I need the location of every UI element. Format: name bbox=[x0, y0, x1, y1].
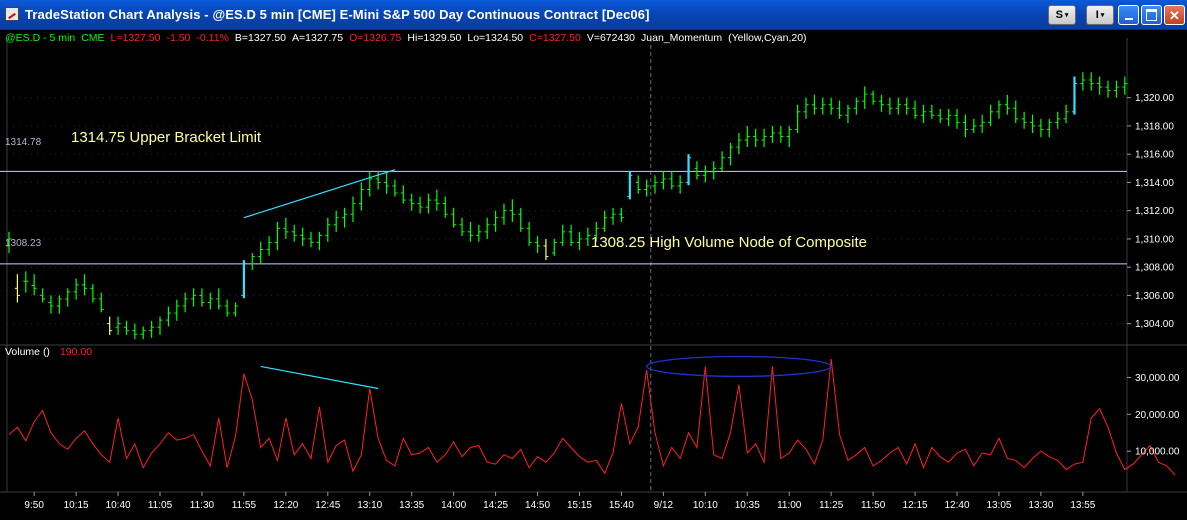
status-field: Lo=1324.50 bbox=[467, 32, 523, 44]
time-tick-label: 11:00 bbox=[777, 500, 802, 511]
volume-tick-label: 20,000.00 bbox=[1135, 410, 1180, 421]
status-field: C=1327.50 bbox=[529, 32, 581, 44]
time-tick-label: 10:40 bbox=[106, 500, 131, 511]
time-tick-label: 13:10 bbox=[357, 500, 382, 511]
time-tick-label: 13:55 bbox=[1070, 500, 1095, 511]
time-tick-label: 13:30 bbox=[1028, 500, 1053, 511]
status-field: O=1326.75 bbox=[349, 32, 401, 44]
time-tick-label: 10:35 bbox=[735, 500, 760, 511]
upper-bracket-limit-note: 1314.75 Upper Bracket Limit bbox=[71, 129, 262, 146]
price-tick-label: 1,308.00 bbox=[1135, 263, 1174, 274]
status-field: -0.11% bbox=[196, 32, 229, 44]
price-tick-label: 1,304.00 bbox=[1135, 319, 1174, 330]
time-tick-label: 11:30 bbox=[190, 500, 215, 511]
symbol-link-button[interactable]: S ▾ bbox=[1048, 5, 1076, 25]
dropdown-arrow-icon: ▾ bbox=[1100, 12, 1105, 19]
volume-label-text: Volume () bbox=[5, 346, 50, 358]
time-tick-label: 12:20 bbox=[273, 500, 298, 511]
volume-tick-label: 30,000.00 bbox=[1135, 373, 1180, 384]
time-tick-label: 12:40 bbox=[944, 500, 969, 511]
price-tick-label: 1,314.00 bbox=[1135, 178, 1174, 189]
status-field: @ES.D - 5 min bbox=[5, 32, 75, 44]
time-tick-label: 14:00 bbox=[441, 500, 466, 511]
interval-link-button[interactable]: I ▾ bbox=[1086, 5, 1114, 25]
symbol-link-button-label: S bbox=[1055, 9, 1063, 21]
lower-line-price-label: 1308.23 bbox=[5, 238, 42, 249]
time-tick-label: 12:45 bbox=[315, 500, 340, 511]
minimize-icon bbox=[1124, 18, 1133, 20]
status-field: -1.50 bbox=[166, 32, 190, 44]
status-field: (Yellow,Cyan,20) bbox=[728, 32, 806, 44]
status-field: B=1327.50 bbox=[235, 32, 286, 44]
chart-area[interactable]: 1,304.00 1,306.00 1,308.00 1,310.00 1,312.00… bbox=[0, 30, 1187, 515]
minimize-button[interactable] bbox=[1118, 5, 1139, 25]
tradestation-app-icon[interactable] bbox=[5, 7, 19, 21]
time-tick-label: 9/12 bbox=[654, 500, 674, 511]
price-tick-label: 1,310.00 bbox=[1135, 234, 1174, 245]
price-tick-label: 1,312.00 bbox=[1135, 206, 1174, 217]
volume-label-value: 190.00 bbox=[60, 346, 92, 358]
status-field: Hi=1329.50 bbox=[407, 32, 461, 44]
time-tick-label: 10:10 bbox=[693, 500, 718, 511]
time-tick-label: 11:05 bbox=[148, 500, 173, 511]
time-tick-label: 11:25 bbox=[819, 500, 844, 511]
price-volume-chart[interactable]: 1,304.00 1,306.00 1,308.00 1,310.00 1,312.00… bbox=[0, 30, 1187, 515]
volume-tick-label: 10,000.00 bbox=[1135, 447, 1180, 458]
maximize-button[interactable] bbox=[1141, 5, 1162, 25]
close-button[interactable]: ✕ bbox=[1164, 5, 1185, 25]
status-field: L=1327.50 bbox=[111, 32, 161, 44]
status-field: V=672430 bbox=[587, 32, 635, 44]
close-icon: ✕ bbox=[1169, 7, 1180, 23]
title-bar: TradeStation Chart Analysis - @ES.D 5 mi… bbox=[0, 0, 1187, 30]
time-tick-label: 12:15 bbox=[903, 500, 928, 511]
time-tick-label: 13:35 bbox=[399, 500, 424, 511]
status-field: CME bbox=[81, 32, 104, 44]
time-tick-label: 15:40 bbox=[609, 500, 634, 511]
time-tick-label: 14:50 bbox=[525, 500, 550, 511]
time-tick-label: 11:55 bbox=[232, 500, 257, 511]
time-tick-label: 15:15 bbox=[567, 500, 592, 511]
time-tick-label: 9:50 bbox=[24, 500, 44, 511]
volume-indicator-label: Volume () 190.00 bbox=[5, 346, 92, 358]
window-title: TradeStation Chart Analysis - @ES.D 5 mi… bbox=[25, 7, 650, 22]
status-field: Juan_Momentum bbox=[641, 32, 722, 44]
time-tick-label: 13:05 bbox=[986, 500, 1011, 511]
status-field: A=1327.75 bbox=[292, 32, 343, 44]
high-volume-node-note: 1308.25 High Volume Node of Composite bbox=[591, 234, 867, 251]
price-tick-label: 1,316.00 bbox=[1135, 150, 1174, 161]
time-tick-label: 11:50 bbox=[861, 500, 886, 511]
time-tick-label: 10:15 bbox=[64, 500, 89, 511]
maximize-icon bbox=[1146, 9, 1157, 21]
interval-link-button-label: I bbox=[1095, 9, 1099, 21]
price-tick-label: 1,318.00 bbox=[1135, 121, 1174, 132]
time-tick-label: 14:25 bbox=[483, 500, 508, 511]
price-tick-label: 1,320.00 bbox=[1135, 93, 1174, 104]
price-tick-label: 1,306.00 bbox=[1135, 291, 1174, 302]
upper-line-price-label: 1314.78 bbox=[5, 137, 42, 148]
dropdown-arrow-icon: ▾ bbox=[1064, 12, 1069, 19]
